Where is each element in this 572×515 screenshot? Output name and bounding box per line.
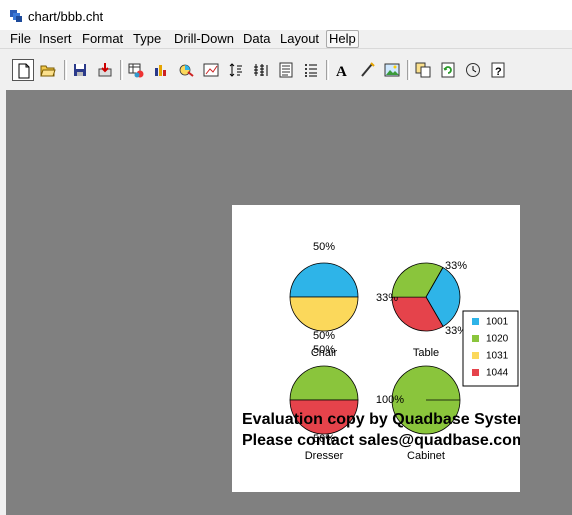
new-document-button[interactable]: [12, 59, 34, 81]
copy-icon: [415, 62, 431, 78]
watermark-line-1: Evaluation copy by Quadbase Systems: [242, 411, 520, 428]
menu-bar: File Insert Format Type Drill-Down Data …: [0, 30, 572, 49]
pie-slice-label: 33%: [445, 260, 467, 272]
menu-insert[interactable]: Insert: [37, 30, 74, 48]
image-button[interactable]: [381, 59, 403, 81]
pie-category-label: Table: [413, 347, 439, 359]
menu-format[interactable]: Format: [80, 30, 125, 48]
menu-help[interactable]: Help: [326, 30, 359, 48]
legend-swatch: [472, 318, 479, 325]
export-icon: [98, 63, 112, 77]
image-icon: [384, 63, 400, 77]
save-icon: [74, 64, 86, 76]
legend-button[interactable]: [275, 59, 297, 81]
pie-table[interactable]: 33%33%33%Table: [376, 260, 467, 359]
text-icon: A: [336, 64, 347, 78]
refresh-button[interactable]: [437, 59, 459, 81]
legend-label: 1020: [486, 334, 509, 345]
copy-button[interactable]: [412, 59, 434, 81]
chart-canvas[interactable]: 50% 50% Chair 33% 33% 33% Table 50% 50% Dresser 10…: [232, 205, 520, 492]
toolbar-separator: [326, 60, 329, 80]
axis-button[interactable]: [225, 59, 247, 81]
axis-scale-button[interactable]: [250, 59, 272, 81]
axis-icon: [229, 63, 242, 77]
title-bar: chart/bbb.cht: [0, 0, 572, 30]
menu-data[interactable]: Data: [241, 30, 272, 48]
export-button[interactable]: [94, 59, 116, 81]
pie-category-label: Dresser: [305, 450, 344, 462]
text-button[interactable]: A: [331, 59, 353, 81]
draw-line-button[interactable]: [356, 59, 378, 81]
legend[interactable]: 1001 1020 1031 1044: [462, 310, 519, 387]
pie-slice-label: 50%: [313, 241, 335, 253]
legend-swatch: [472, 369, 479, 376]
legend-label: 1044: [486, 368, 509, 379]
pie-slice[interactable]: [289, 365, 359, 401]
window-title: chart/bbb.cht: [28, 9, 104, 24]
toolbar: A ?: [0, 54, 572, 86]
axis-scale-icon: [254, 64, 268, 76]
pie-slice[interactable]: [289, 262, 359, 298]
data-source-button[interactable]: [125, 59, 147, 81]
pie-chart-button[interactable]: [175, 59, 197, 81]
list-icon: [305, 64, 317, 77]
pie-slice-label: 50%: [313, 344, 335, 356]
clock-icon: [466, 63, 480, 77]
svg-text:A: A: [336, 64, 347, 78]
legend-label: 1001: [486, 317, 509, 328]
legend-label: 1031: [486, 351, 509, 362]
chart-type-icon: [155, 65, 166, 76]
save-button[interactable]: [69, 59, 91, 81]
menu-file[interactable]: File: [8, 30, 33, 48]
menu-type[interactable]: Type: [131, 30, 163, 48]
pie-chart-icon: [179, 64, 194, 77]
toolbar-separator: [407, 60, 410, 80]
new-document-icon: [18, 63, 30, 79]
pie-slice-label: 50%: [313, 330, 335, 342]
chart-type-button[interactable]: [150, 59, 172, 81]
legend-icon: [279, 62, 293, 78]
plot-area-icon: [203, 63, 219, 77]
legend-swatch: [472, 352, 479, 359]
app-icon: [10, 10, 22, 22]
pie-category-label: Cabinet: [407, 450, 445, 462]
open-button[interactable]: [37, 59, 59, 81]
menu-drill-down[interactable]: Drill-Down: [172, 30, 236, 48]
toolbar-separator: [64, 60, 67, 80]
clock-button[interactable]: [462, 59, 484, 81]
pie-slice[interactable]: [289, 296, 359, 332]
toolbar-separator: [120, 60, 123, 80]
plot-area-button[interactable]: [200, 59, 222, 81]
pie-chair[interactable]: 50%50%Chair: [289, 241, 359, 359]
svg-text:?: ?: [495, 66, 502, 78]
draw-line-icon: [361, 62, 375, 77]
help-icon: ?: [491, 62, 505, 78]
help-button[interactable]: ?: [487, 59, 509, 81]
data-source-icon: [128, 63, 144, 78]
legend-swatch: [472, 335, 479, 342]
refresh-icon: [441, 62, 455, 78]
watermark-line-2: Please contact sales@quadbase.com: [242, 432, 520, 449]
pie-slice-label: 100%: [376, 394, 404, 406]
list-button[interactable]: [300, 59, 322, 81]
open-folder-icon: [40, 65, 56, 77]
menu-layout[interactable]: Layout: [278, 30, 321, 48]
